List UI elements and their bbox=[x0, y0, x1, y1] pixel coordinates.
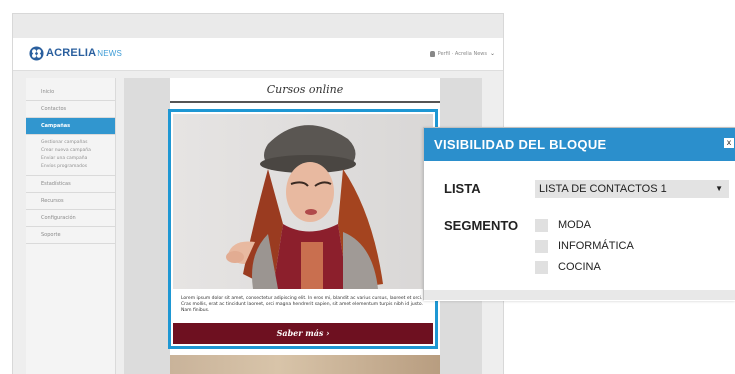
list-select-value: LISTA DE CONTACTOS 1 bbox=[539, 183, 667, 195]
sidebar-item-recursos[interactable]: Recursos bbox=[26, 193, 115, 210]
list-label: LISTA bbox=[444, 181, 481, 196]
segment-option-informatica[interactable]: INFORMÁTICA bbox=[535, 239, 634, 253]
dropdown-arrow-icon: ▼ bbox=[715, 184, 723, 193]
segment-option-label: COCINA bbox=[558, 261, 601, 273]
sidebar-item-soporte[interactable]: Soporte bbox=[26, 227, 115, 244]
panel-body: LISTA LISTA DE CONTACTOS 1 ▼ SEGMENTO MO… bbox=[424, 161, 735, 301]
logo-subtext: NEWS bbox=[97, 49, 123, 58]
list-select[interactable]: LISTA DE CONTACTOS 1 ▼ bbox=[535, 180, 729, 198]
subnav-enviar[interactable]: Enviar una campaña bbox=[41, 155, 115, 163]
selected-content-block[interactable]: Lorem ipsum dolor sit amet, consectetur … bbox=[168, 109, 438, 349]
email-canvas: Cursos online Lorem ipsum dolor sit amet… bbox=[168, 78, 440, 374]
block-visibility-panel: VISIBILIDAD DEL BLOQUE x LISTA LISTA DE … bbox=[423, 127, 735, 301]
app-header: ACRELIANEWS Perfil · Acrelia News ⌄ bbox=[13, 38, 503, 71]
panel-footer bbox=[424, 290, 735, 300]
checkbox[interactable] bbox=[535, 260, 548, 274]
panel-title: VISIBILIDAD DEL BLOQUE bbox=[424, 128, 735, 161]
segment-option-label: MODA bbox=[558, 219, 591, 231]
checkbox[interactable] bbox=[535, 218, 548, 232]
sidebar-item-contactos[interactable]: Contactos bbox=[26, 101, 115, 118]
subnav-programados[interactable]: Envíos programados bbox=[41, 163, 115, 171]
user-icon bbox=[429, 50, 435, 57]
block-body-text: Lorem ipsum dolor sit amet, consectetur … bbox=[181, 296, 423, 313]
email-title: Cursos online bbox=[266, 83, 344, 96]
chevron-down-icon: ⌄ bbox=[489, 50, 495, 57]
sidebar-item-campanas[interactable]: Campañas bbox=[26, 118, 115, 135]
subnav-gestionar[interactable]: Gestionar campañas bbox=[41, 139, 115, 147]
segment-option-label: INFORMÁTICA bbox=[558, 240, 634, 252]
top-bar bbox=[13, 14, 503, 38]
profile-label: Perfil · Acrelia News bbox=[437, 50, 487, 57]
subnav-crear[interactable]: Crear nueva campaña bbox=[41, 147, 115, 155]
segment-option-cocina[interactable]: COCINA bbox=[535, 260, 601, 274]
sidebar-item-estadisticas[interactable]: Estadísticas bbox=[26, 176, 115, 193]
sidebar-item-inicio[interactable]: Inicio bbox=[26, 84, 115, 101]
logo-icon bbox=[29, 45, 44, 61]
acrelia-logo[interactable]: ACRELIANEWS bbox=[29, 43, 122, 63]
segment-label: SEGMENTO bbox=[444, 218, 519, 233]
woman-hat-photo bbox=[173, 114, 433, 289]
segment-option-moda[interactable]: MODA bbox=[535, 218, 591, 232]
sidebar-item-configuracion[interactable]: Configuración bbox=[26, 210, 115, 227]
sidebar: Inicio Contactos Campañas Gestionar camp… bbox=[26, 78, 116, 374]
close-icon[interactable]: x bbox=[724, 138, 734, 148]
profile-menu[interactable]: Perfil · Acrelia News ⌄ bbox=[429, 50, 495, 57]
title-divider bbox=[170, 101, 440, 103]
checkbox[interactable] bbox=[535, 239, 548, 253]
sidebar-subnav: Gestionar campañas Crear nueva campaña E… bbox=[26, 135, 115, 176]
logo-text: ACRELIA bbox=[46, 47, 97, 59]
saber-mas-button[interactable]: Saber más › bbox=[173, 323, 433, 344]
laptop-photo bbox=[170, 355, 440, 374]
